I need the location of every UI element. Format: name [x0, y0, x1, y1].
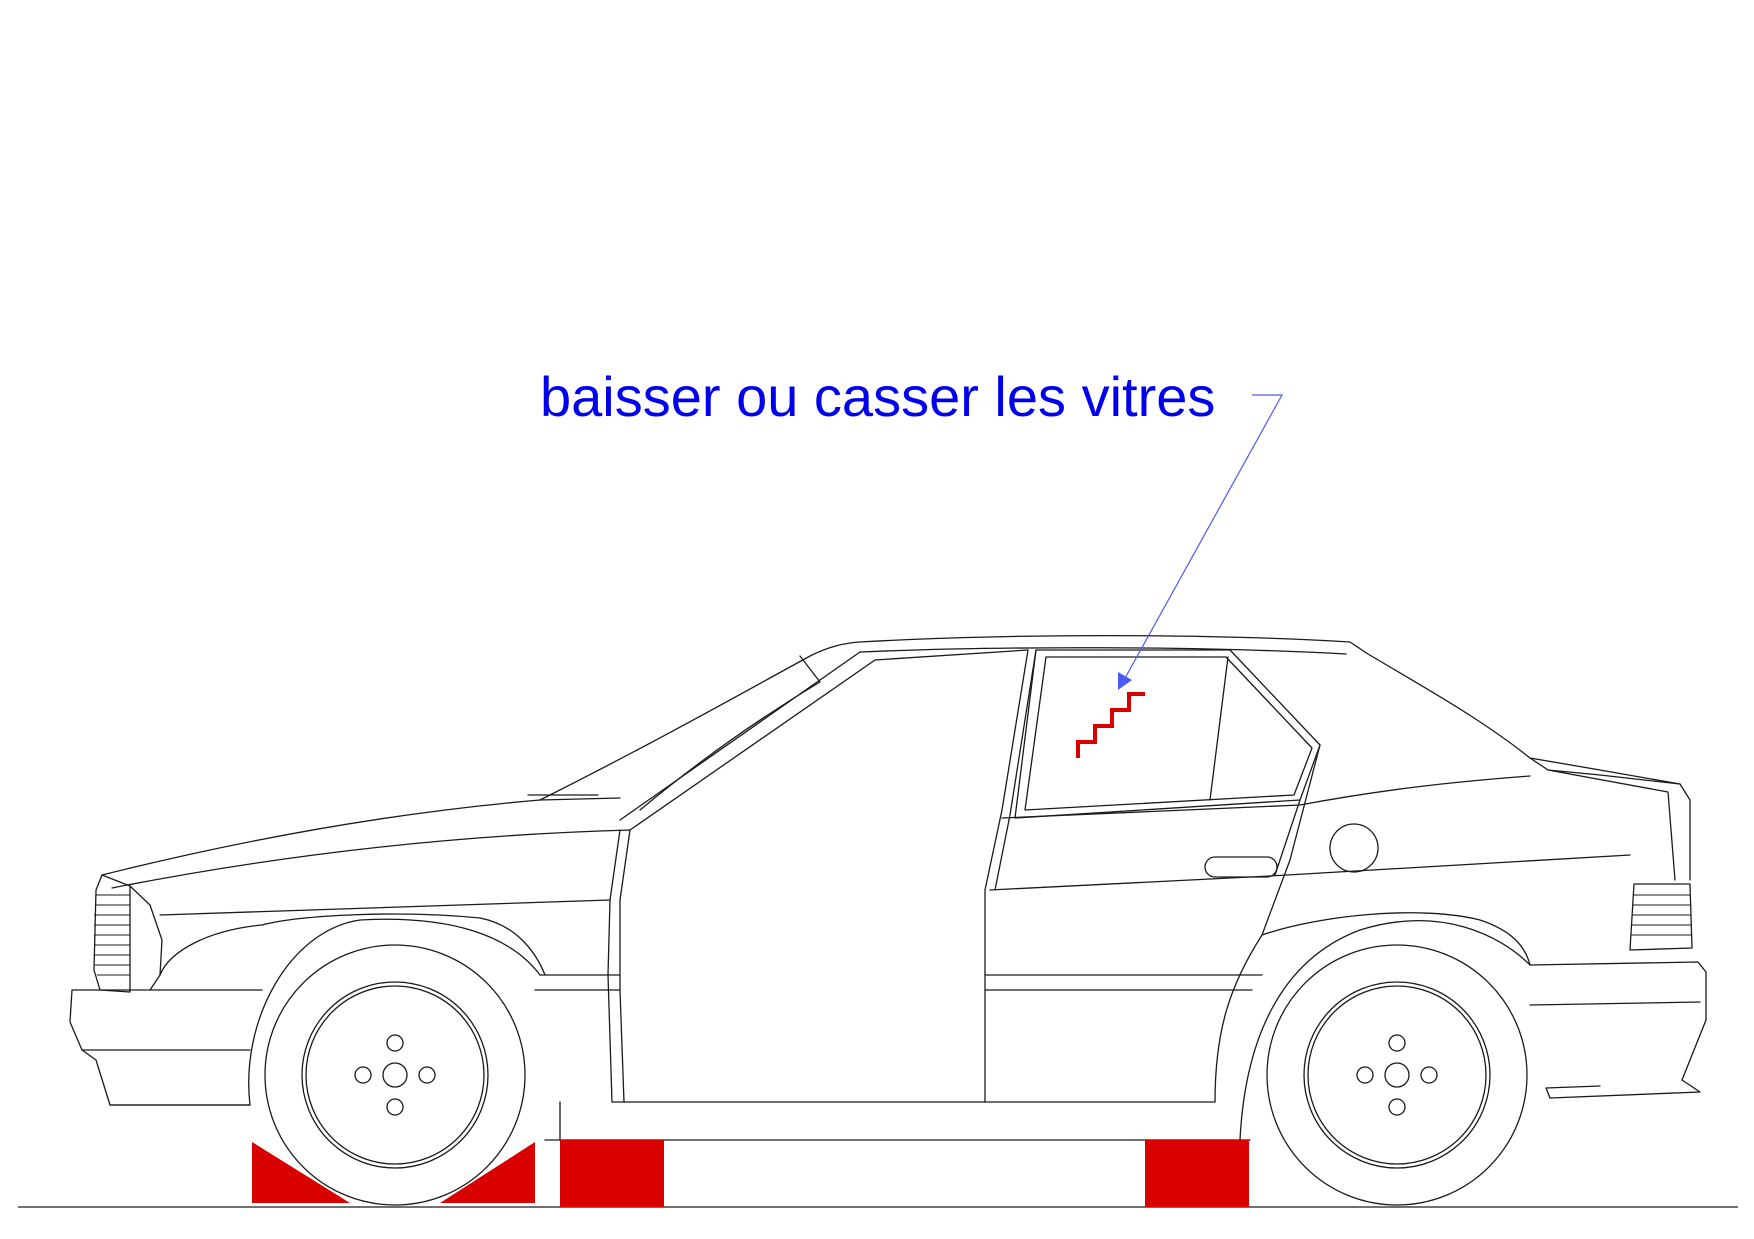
front-wheel-chock-rear: [252, 1142, 350, 1203]
front-wheel: [264, 944, 526, 1206]
rear-wheel: [1266, 944, 1528, 1206]
car-side-view-diagram: baisser ou casser les vitres: [18, 365, 1738, 1208]
zigzag-break-mark-icon: [1076, 692, 1145, 758]
sill-support-front: [560, 1140, 664, 1207]
annotation-text: baisser ou casser les vitres: [540, 365, 1215, 428]
sill-support-rear: [1145, 1140, 1249, 1207]
tail-light: [1629, 883, 1693, 951]
front-wheel-chock-front: [440, 1142, 535, 1203]
fuel-cap: [1329, 823, 1379, 873]
leader-arrowhead-icon: [1118, 672, 1132, 690]
door-handle: [1204, 856, 1278, 878]
wheel-chocks-and-supports: [252, 1140, 1249, 1207]
car-body: [69, 634, 1707, 1141]
front-grille: [94, 894, 130, 976]
